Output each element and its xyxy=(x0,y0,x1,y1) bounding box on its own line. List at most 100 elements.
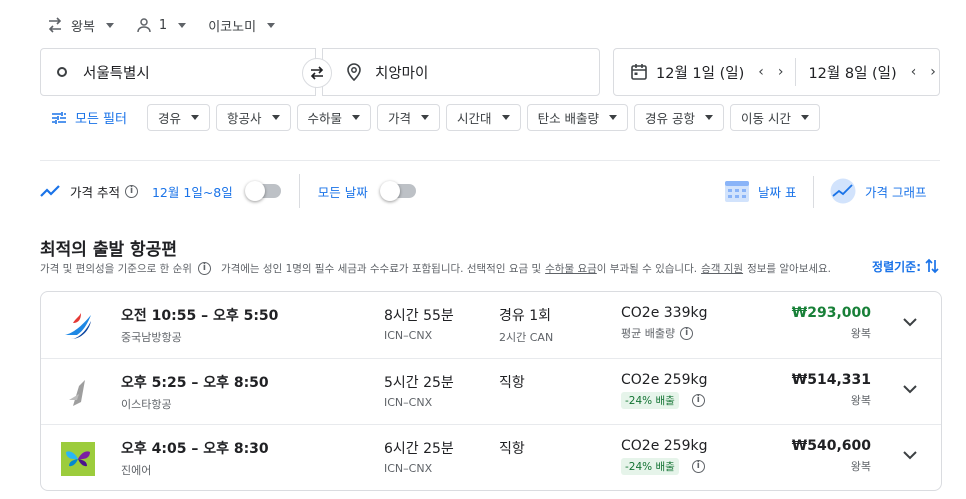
chevron-down-icon xyxy=(178,22,187,28)
cabin-label: 이코노미 xyxy=(208,19,257,35)
date-grid-label: 날짜 표 xyxy=(758,184,797,200)
track-range-toggle[interactable] xyxy=(244,181,281,201)
date-grid-button[interactable]: 날짜 표 xyxy=(724,178,796,204)
price-type: 왕복 xyxy=(850,460,871,473)
chevron-down-icon xyxy=(267,22,276,28)
next-return-date-icon[interactable]: › xyxy=(930,64,936,80)
flight-price: ₩540,600 xyxy=(791,438,871,454)
emissions-note: 평균 배출량 xyxy=(621,327,676,340)
expand-chevron-icon[interactable] xyxy=(903,318,917,327)
expand-chevron-icon[interactable] xyxy=(903,385,917,394)
price-graph-label: 가격 그래프 xyxy=(865,184,927,200)
destination-input[interactable]: 치앙마이 xyxy=(322,48,600,96)
passenger-assistance-link[interactable]: 승객 지원 xyxy=(701,261,743,276)
sort-button[interactable]: 정렬기준: xyxy=(872,257,940,275)
chip-label: 이동 시간 xyxy=(741,111,792,126)
date-divider xyxy=(795,58,797,86)
price-note-2: 이 부과될 수 있습니다. xyxy=(596,262,698,275)
track-range-text: 12월 1일~8일 xyxy=(151,184,233,200)
swap-locations-button[interactable] xyxy=(302,58,332,88)
china-southern-logo xyxy=(61,309,95,343)
emissions-badge: -24% 배출 xyxy=(621,392,679,409)
trip-options: 왕복 1 이코노미 xyxy=(46,13,297,37)
location-pin-icon xyxy=(347,63,361,81)
filter-chip-times[interactable]: 시간대 xyxy=(446,104,521,131)
origin-value: 서울특별시 xyxy=(83,65,150,82)
filter-chip-duration[interactable]: 이동 시간 xyxy=(730,104,821,131)
flight-price: ₩514,331 xyxy=(791,372,871,388)
prev-depart-date-icon[interactable]: ‹ xyxy=(758,64,764,80)
price-type: 왕복 xyxy=(850,394,871,407)
prev-return-date-icon[interactable]: ‹ xyxy=(911,64,917,80)
jin-air-logo xyxy=(61,442,95,476)
chip-label: 경유 공항 xyxy=(645,111,696,126)
flight-duration: 5시간 25분 xyxy=(384,375,454,391)
price-graph-button[interactable]: 가격 그래프 xyxy=(829,178,926,204)
co2-emissions: CO2e 259kg xyxy=(621,372,708,388)
flight-price: ₩293,000 xyxy=(791,305,871,321)
all-filters-button[interactable]: 모든 필터 xyxy=(51,108,127,127)
sort-icon xyxy=(924,257,940,275)
vertical-divider xyxy=(298,174,300,208)
filter-chip-stops[interactable]: 경유 xyxy=(146,104,210,131)
bag-fees-link[interactable]: 수하물 요금 xyxy=(545,261,597,276)
all-dates-text: 모든 날짜 xyxy=(317,184,368,200)
passengers-select[interactable]: 1 xyxy=(136,17,187,33)
expand-chevron-icon[interactable] xyxy=(903,451,917,460)
date-grid-icon xyxy=(724,178,750,204)
info-icon[interactable]: i xyxy=(197,261,211,275)
passengers-count: 1 xyxy=(158,17,168,33)
price-note-end: 정보를 알아보세요. xyxy=(747,262,832,275)
co2-emissions: CO2e 339kg xyxy=(621,305,708,321)
flight-row[interactable]: 오후 4:05 – 오후 8:30 진에어 6시간 25분 ICN–CNX 직항… xyxy=(41,424,941,490)
filter-chip-price[interactable]: 가격 xyxy=(377,104,441,131)
chevron-down-icon xyxy=(105,22,114,28)
vertical-divider xyxy=(813,176,814,208)
filter-chip-airlines[interactable]: 항공사 xyxy=(216,104,291,131)
airline-name: 중국남방항공 xyxy=(121,331,182,344)
flight-route: ICN–CNX xyxy=(384,396,433,409)
chevron-down-icon xyxy=(352,115,361,120)
calendar-icon xyxy=(630,63,648,81)
all-filters-label: 모든 필터 xyxy=(75,112,127,127)
dates-picker[interactable]: 12월 1일 (일) ‹ › 12월 8일 (일) ‹ › xyxy=(613,48,940,96)
ranking-note: 가격 및 편의성을 기준으로 한 순위 xyxy=(40,262,192,275)
trip-type-label: 왕복 xyxy=(71,19,95,35)
chip-label: 수하물 xyxy=(307,111,343,126)
flight-row[interactable]: 오전 10:55 – 오후 5:50 중국남방항공 8시간 55분 ICN–CN… xyxy=(41,292,941,358)
all-dates-toggle[interactable] xyxy=(379,181,416,201)
origin-circle-icon xyxy=(57,67,67,77)
info-icon[interactable]: i xyxy=(691,394,705,407)
next-depart-date-icon[interactable]: › xyxy=(778,64,784,80)
chevron-down-icon xyxy=(421,115,430,120)
flight-stops: 직항 xyxy=(499,375,525,391)
info-icon[interactable]: i xyxy=(691,460,705,473)
info-icon[interactable]: i xyxy=(680,326,694,340)
depart-date[interactable]: 12월 1일 (일) xyxy=(656,62,744,83)
flight-row[interactable]: 오후 5:25 – 오후 8:50 이스타항공 5시간 25분 ICN–CNX … xyxy=(41,358,941,424)
chevron-down-icon xyxy=(271,115,280,120)
return-date[interactable]: 12월 8일 (일) xyxy=(808,62,896,83)
divider xyxy=(40,160,940,161)
flight-duration: 6시간 25분 xyxy=(384,441,454,457)
origin-input[interactable]: 서울특별시 xyxy=(40,48,316,96)
flight-results-list: 오전 10:55 – 오후 5:50 중국남방항공 8시간 55분 ICN–CN… xyxy=(40,291,942,491)
flight-times: 오후 5:25 – 오후 8:50 xyxy=(121,375,269,391)
flight-route: ICN–CNX xyxy=(384,462,433,475)
info-icon[interactable]: i xyxy=(124,184,138,198)
cabin-select[interactable]: 이코노미 xyxy=(208,16,276,35)
flight-stops: 직항 xyxy=(499,441,525,457)
chip-label: 탄소 배출량 xyxy=(537,111,600,126)
filter-chip-connecting-airports[interactable]: 경유 공항 xyxy=(634,104,725,131)
flight-times: 오전 10:55 – 오후 5:50 xyxy=(121,308,279,324)
price-graph-icon xyxy=(829,178,857,204)
destination-value: 치앙마이 xyxy=(375,65,429,82)
trending-up-icon xyxy=(40,184,62,198)
track-prices-label: 가격 추적 i 12월 1일~8일 xyxy=(40,181,281,201)
chip-label: 경유 xyxy=(157,111,181,126)
filter-chip-emissions[interactable]: 탄소 배출량 xyxy=(526,104,629,131)
flight-duration: 8시간 55분 xyxy=(384,308,454,324)
filter-bar: 모든 필터 경유 항공사 수하물 가격 시간대 탄소 배출량 경유 공항 이동 … xyxy=(51,104,821,131)
trip-type-select[interactable]: 왕복 xyxy=(46,16,114,35)
filter-chip-bags[interactable]: 수하물 xyxy=(296,104,372,131)
